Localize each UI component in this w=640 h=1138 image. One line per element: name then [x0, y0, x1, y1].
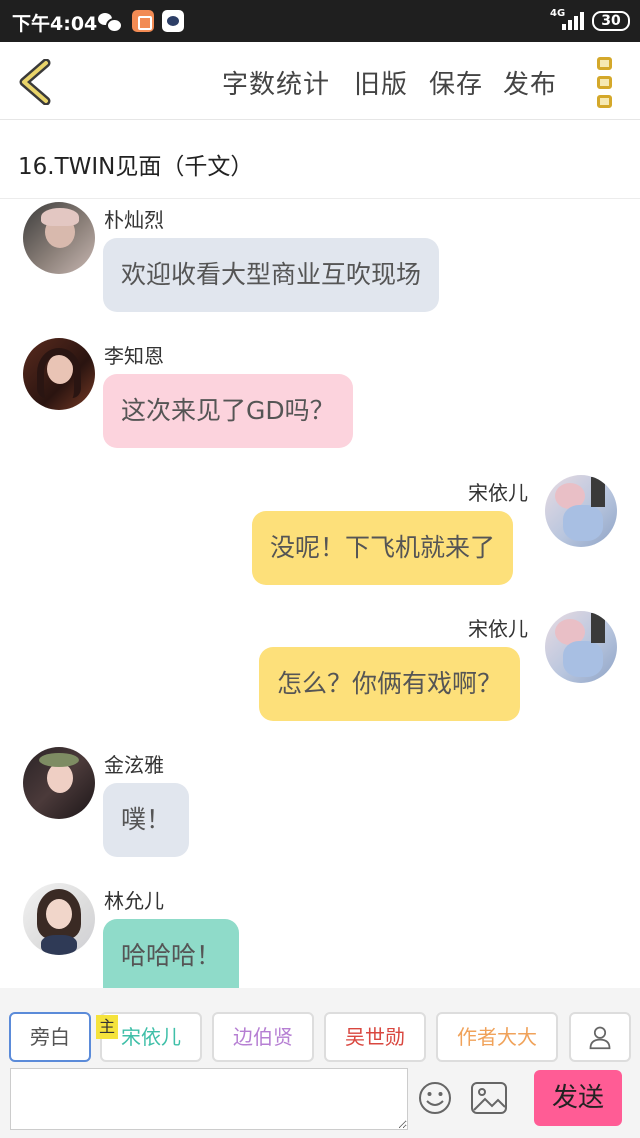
network-type: 4G: [550, 8, 566, 19]
sender-name: 金泫雅: [104, 753, 164, 777]
character-chip[interactable]: 吴世勋: [324, 1012, 426, 1062]
battery-level: 30: [601, 13, 621, 29]
signal-icon: 4G: [550, 8, 586, 32]
sender-name: 宋依儿: [468, 617, 528, 641]
narrator-chip[interactable]: 旁白: [9, 1012, 91, 1062]
word-count-button[interactable]: 字数统计: [222, 64, 330, 101]
battery-icon: 30: [592, 11, 630, 31]
user-icon: [589, 1026, 611, 1050]
sender-name: 林允儿: [104, 889, 164, 913]
avatar[interactable]: [23, 883, 95, 955]
old-version-button[interactable]: 旧版: [354, 64, 408, 101]
publish-button[interactable]: 发布: [503, 64, 557, 101]
input-bar: 发送: [0, 1068, 640, 1138]
character-chip[interactable]: 边伯贤: [212, 1012, 314, 1062]
image-icon[interactable]: [470, 1081, 508, 1115]
message-bubble[interactable]: 这次来见了GD吗？: [103, 374, 353, 448]
send-button[interactable]: 发送: [534, 1070, 622, 1126]
host-tag: 主: [96, 1015, 118, 1039]
message-bubble[interactable]: 欢迎收看大型商业互吹现场: [103, 238, 440, 312]
chapter-title[interactable]: 16.TWIN见面（千文）: [18, 147, 253, 181]
character-chip[interactable]: 作者大大: [436, 1012, 558, 1062]
save-button[interactable]: 保存: [429, 64, 483, 101]
app-icon: [162, 10, 184, 32]
smiley-icon[interactable]: [418, 1081, 452, 1115]
avatar[interactable]: [545, 611, 617, 683]
add-character-button[interactable]: [569, 1012, 631, 1062]
message-bubble[interactable]: 哈哈哈！: [103, 919, 240, 988]
sender-name: 李知恩: [104, 344, 164, 368]
avatar[interactable]: [545, 475, 617, 547]
message-bubble[interactable]: 没呢！下飞机就来了: [252, 511, 514, 585]
avatar[interactable]: [23, 338, 95, 410]
sender-name: 宋依儿: [468, 481, 528, 505]
wechat-icon: [98, 10, 123, 33]
avatar[interactable]: [23, 202, 95, 274]
message-bubble[interactable]: 怎么？你俩有戏啊？: [259, 647, 521, 721]
editor-toolbar: 字数统计 旧版 保存 发布: [0, 42, 640, 120]
message-bubble[interactable]: 噗！: [103, 783, 190, 857]
status-bar: 下午4:04 4G 30: [0, 0, 640, 42]
more-vertical-icon[interactable]: [595, 57, 615, 109]
message-input[interactable]: [10, 1068, 408, 1130]
sender-name: 朴灿烈: [104, 208, 164, 232]
avatar[interactable]: [23, 747, 95, 819]
chevron-left-icon[interactable]: [16, 58, 56, 106]
app-icon: [132, 10, 154, 32]
status-time: 下午4:04: [12, 13, 98, 35]
chapter-title-bar: 16.TWIN见面（千文）: [0, 121, 640, 199]
